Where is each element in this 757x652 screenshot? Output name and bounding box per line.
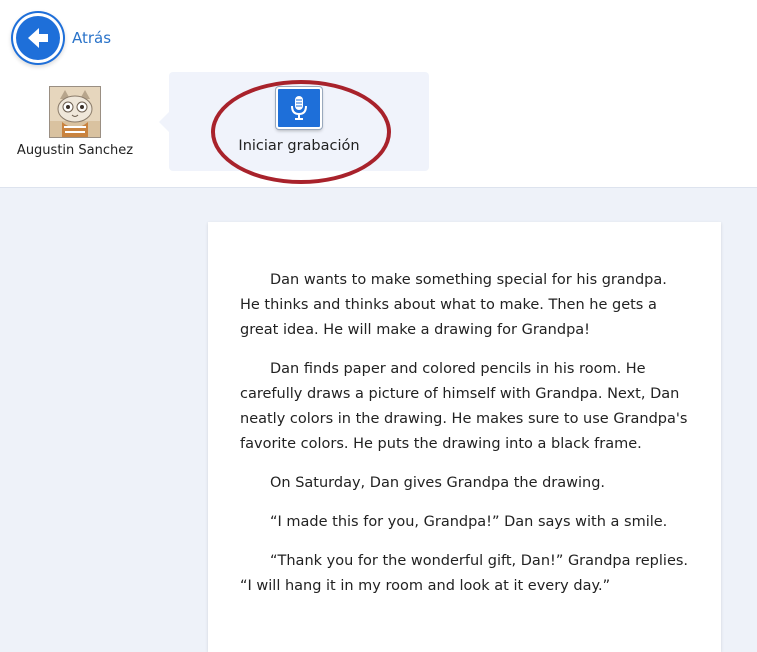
student-name: Augustin Sanchez (16, 143, 134, 158)
student-profile: Augustin Sanchez (10, 86, 140, 158)
panel-pointer (159, 112, 169, 132)
back-label[interactable]: Atrás (72, 29, 111, 47)
arrow-left-icon[interactable] (16, 16, 60, 60)
start-recording-button[interactable]: Iniciar grabación (220, 87, 378, 154)
start-recording-label[interactable]: Iniciar grabación (220, 138, 378, 154)
passage-paragraph: “Thank you for the wonderful gift, Dan!”… (240, 553, 689, 594)
passage-paragraph: “I made this for you, Grandpa!” Dan says… (270, 514, 668, 530)
top-bar: Atrás Augustin Sanchez Iniciar grabación (0, 0, 757, 188)
passage-paragraph: Dan wants to make something special for … (240, 272, 667, 338)
reading-passage: Dan wants to make something special for … (208, 222, 721, 652)
microphone-icon[interactable] (276, 87, 322, 129)
back-button[interactable]: Atrás (16, 16, 111, 60)
cat-avatar-icon (49, 86, 101, 138)
passage-paragraph: Dan finds paper and colored pencils in h… (240, 361, 688, 452)
passage-paragraph: On Saturday, Dan gives Grandpa the drawi… (270, 475, 606, 491)
